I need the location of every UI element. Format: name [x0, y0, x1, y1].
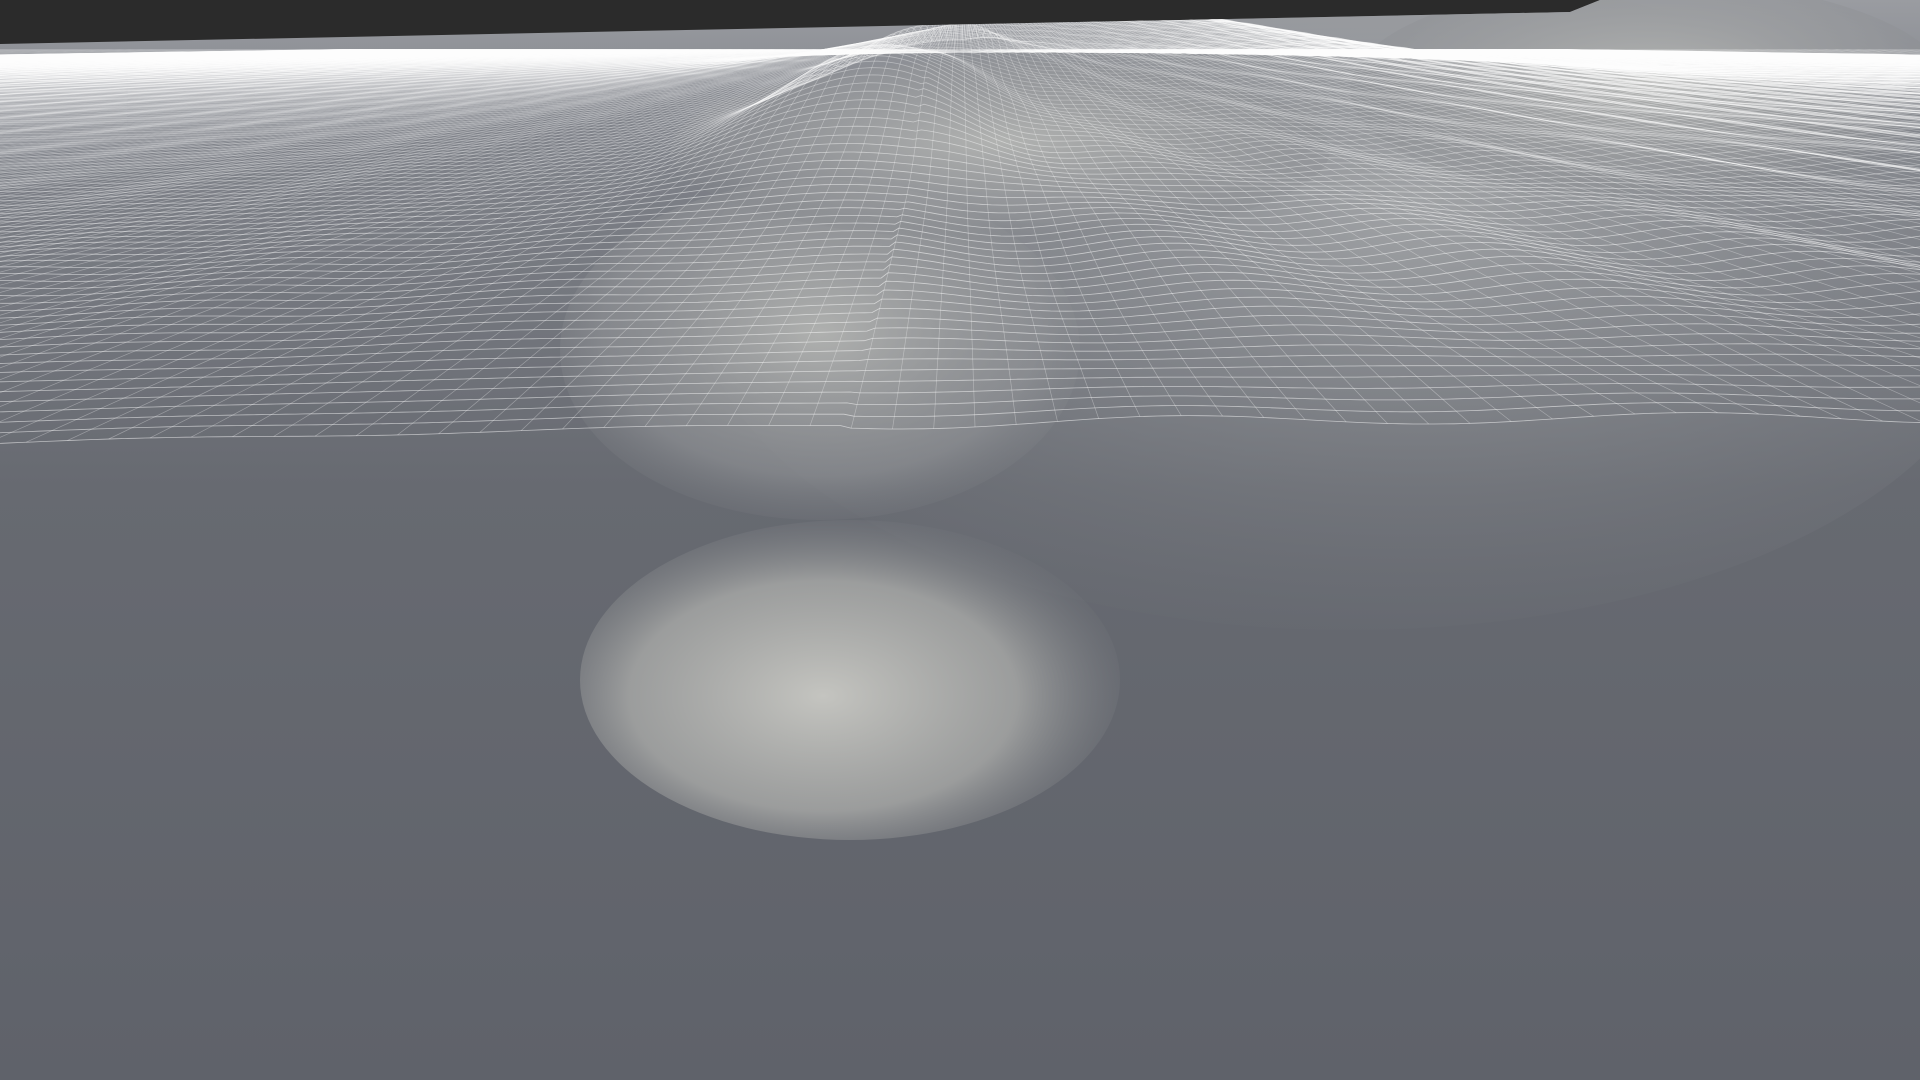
terrain-viewport[interactable]: [0, 0, 1920, 1080]
terrain-wireframe-render: [0, 0, 1920, 1080]
mound-shading-lower: [580, 520, 1120, 840]
